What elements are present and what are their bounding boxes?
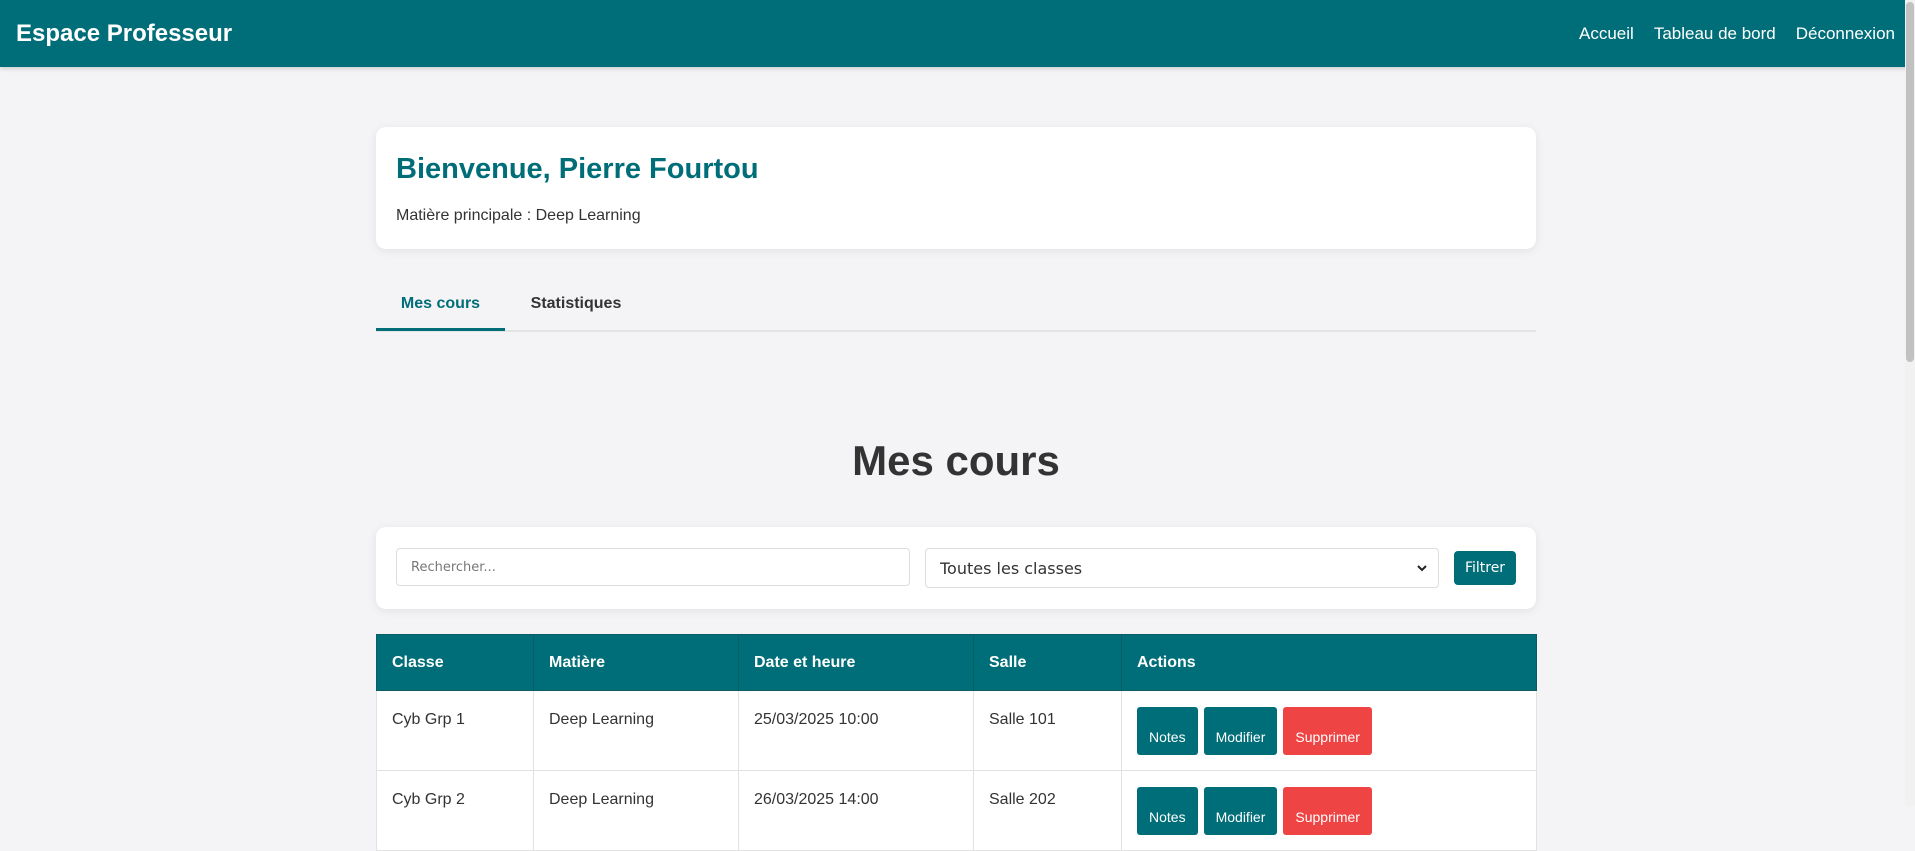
- chevron-down-icon: [1417, 565, 1427, 572]
- tab-statistiques[interactable]: Statistiques: [505, 280, 647, 328]
- column-header-actions: Actions: [1121, 634, 1537, 691]
- tab-bar: Mes cours Statistiques: [376, 280, 1536, 332]
- cell-date: 25/03/2025 10:00: [738, 690, 974, 771]
- class-select[interactable]: Toutes les classes: [925, 548, 1439, 588]
- table-header-row: Classe Matière Date et heure Salle Actio…: [376, 634, 1537, 691]
- modify-button[interactable]: Modifier: [1203, 707, 1278, 755]
- page-scrollbar[interactable]: [1905, 0, 1915, 806]
- courses-table: Classe Matière Date et heure Salle Actio…: [376, 634, 1537, 851]
- notes-button[interactable]: Notes: [1137, 787, 1198, 835]
- cell-salle: Salle 101: [973, 690, 1122, 771]
- class-select-value: Toutes les classes: [940, 558, 1083, 578]
- brand-title[interactable]: Espace Professeur: [16, 20, 232, 48]
- cell-classe: Cyb Grp 2: [376, 770, 534, 851]
- delete-button[interactable]: Supprimer: [1283, 787, 1372, 835]
- column-header-matiere: Matière: [533, 634, 739, 691]
- search-input[interactable]: [396, 548, 910, 586]
- section-title: Mes cours: [852, 437, 1060, 484]
- nav-link-accueil[interactable]: Accueil: [1579, 24, 1634, 44]
- nav-link-deconnexion[interactable]: Déconnexion: [1796, 24, 1895, 44]
- cell-salle: Salle 202: [973, 770, 1122, 851]
- cell-matiere: Deep Learning: [533, 770, 739, 851]
- column-header-classe: Classe: [376, 634, 534, 691]
- delete-button[interactable]: Supprimer: [1283, 707, 1372, 755]
- nav-link-tableau-de-bord[interactable]: Tableau de bord: [1654, 24, 1776, 44]
- welcome-title: Bienvenue, Pierre Fourtou: [396, 153, 759, 185]
- scrollbar-thumb[interactable]: [1906, 2, 1914, 362]
- cell-actions: Notes Modifier Supprimer: [1121, 770, 1537, 851]
- table-row: Cyb Grp 2 Deep Learning 26/03/2025 14:00…: [376, 770, 1537, 851]
- cell-actions: Notes Modifier Supprimer: [1121, 690, 1537, 771]
- main-subject-text: Matière principale : Deep Learning: [396, 207, 641, 224]
- cell-date: 26/03/2025 14:00: [738, 770, 974, 851]
- cell-classe: Cyb Grp 1: [376, 690, 534, 771]
- modify-button[interactable]: Modifier: [1203, 787, 1278, 835]
- tab-mes-cours[interactable]: Mes cours: [376, 280, 505, 331]
- main-nav: Accueil Tableau de bord Déconnexion: [1579, 24, 1895, 44]
- top-navbar: Espace Professeur Accueil Tableau de bor…: [0, 0, 1915, 67]
- column-header-salle: Salle: [973, 634, 1122, 691]
- courses-table-wrapper: Classe Matière Date et heure Salle Actio…: [376, 634, 1537, 851]
- notes-button[interactable]: Notes: [1137, 707, 1198, 755]
- welcome-card: Bienvenue, Pierre Fourtou Matière princi…: [376, 127, 1536, 249]
- filter-card: Toutes les classes Filtrer: [376, 527, 1536, 609]
- table-row: Cyb Grp 1 Deep Learning 25/03/2025 10:00…: [376, 690, 1537, 771]
- column-header-date: Date et heure: [738, 634, 974, 691]
- filter-button[interactable]: Filtrer: [1454, 551, 1516, 585]
- cell-matiere: Deep Learning: [533, 690, 739, 771]
